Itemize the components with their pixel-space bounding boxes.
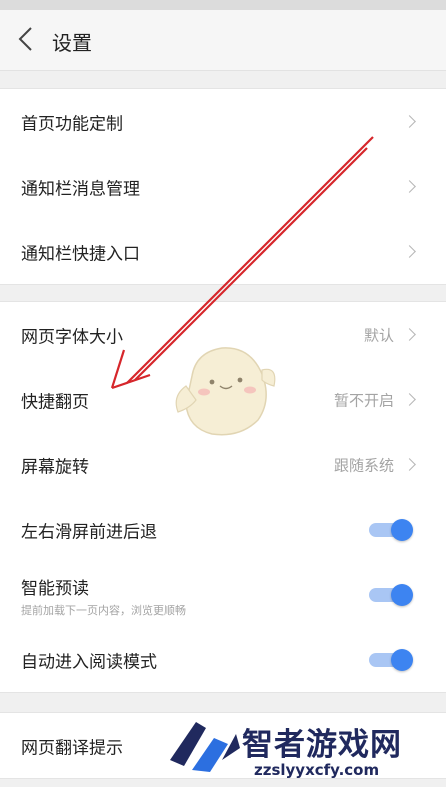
- setting-row-screen-rotation[interactable]: 屏幕旋转 跟随系统: [0, 432, 446, 497]
- toggle-knob: [391, 518, 413, 541]
- setting-label: 自动进入阅读模式: [21, 652, 157, 672]
- setting-label: 首页功能定制: [21, 114, 123, 134]
- swipe-navigation-toggle[interactable]: [369, 518, 413, 541]
- watermark-url: zzslyyxcfy.com: [254, 761, 380, 779]
- settings-group-home: 首页功能定制 通知栏消息管理 通知栏快捷入口: [0, 88, 446, 285]
- setting-label: 网页翻译提示: [21, 738, 123, 758]
- setting-label: 通知栏快捷入口: [21, 244, 140, 264]
- setting-value: 跟随系统: [333, 456, 394, 474]
- chevron-right-icon: [403, 114, 416, 128]
- auto-reader-mode-toggle[interactable]: [369, 648, 413, 671]
- setting-label: 网页字体大小: [21, 327, 123, 347]
- chevron-right-icon: [403, 457, 416, 471]
- header-bar: 设置: [0, 10, 446, 71]
- chevron-right-icon: [403, 244, 416, 258]
- toggle-knob: [391, 648, 413, 671]
- setting-row-swipe-navigation: 左右滑屏前进后退: [0, 497, 446, 562]
- chevron-right-icon: [403, 327, 416, 341]
- toggle-knob: [391, 583, 413, 606]
- settings-group-browsing: 网页字体大小 默认 快捷翻页 暂不开启 屏幕旋转 跟随系统 左右滑屏前进后退 智…: [0, 301, 446, 693]
- setting-description: 提前加载下一页内容，浏览更顺畅: [21, 604, 186, 617]
- setting-label: 快捷翻页: [21, 392, 89, 412]
- setting-row-font-size[interactable]: 网页字体大小 默认: [0, 302, 446, 367]
- watermark-site-name: 智者游戏网: [242, 727, 402, 763]
- setting-label: 左右滑屏前进后退: [21, 522, 157, 542]
- setting-row-auto-reader-mode: 自动进入阅读模式: [0, 627, 446, 692]
- setting-label: 通知栏消息管理: [21, 179, 140, 199]
- back-icon[interactable]: [14, 24, 40, 54]
- smart-preload-toggle[interactable]: [369, 583, 413, 606]
- setting-value: 暂不开启: [333, 391, 394, 409]
- status-bar: [0, 0, 446, 10]
- chevron-right-icon: [403, 392, 416, 406]
- chevron-right-icon: [403, 179, 416, 193]
- page-title: 设置: [52, 31, 92, 55]
- setting-label: 智能预读: [21, 579, 89, 599]
- setting-row-smart-preload: 智能预读 提前加载下一页内容，浏览更顺畅: [0, 562, 446, 627]
- setting-row-notification-shortcut[interactable]: 通知栏快捷入口: [0, 219, 446, 284]
- setting-value: 默认: [363, 326, 394, 344]
- setting-row-quick-page-turn[interactable]: 快捷翻页 暂不开启: [0, 367, 446, 432]
- setting-label: 屏幕旋转: [21, 457, 89, 477]
- setting-row-notification-manage[interactable]: 通知栏消息管理: [0, 154, 446, 219]
- setting-row-home-customize[interactable]: 首页功能定制: [0, 89, 446, 154]
